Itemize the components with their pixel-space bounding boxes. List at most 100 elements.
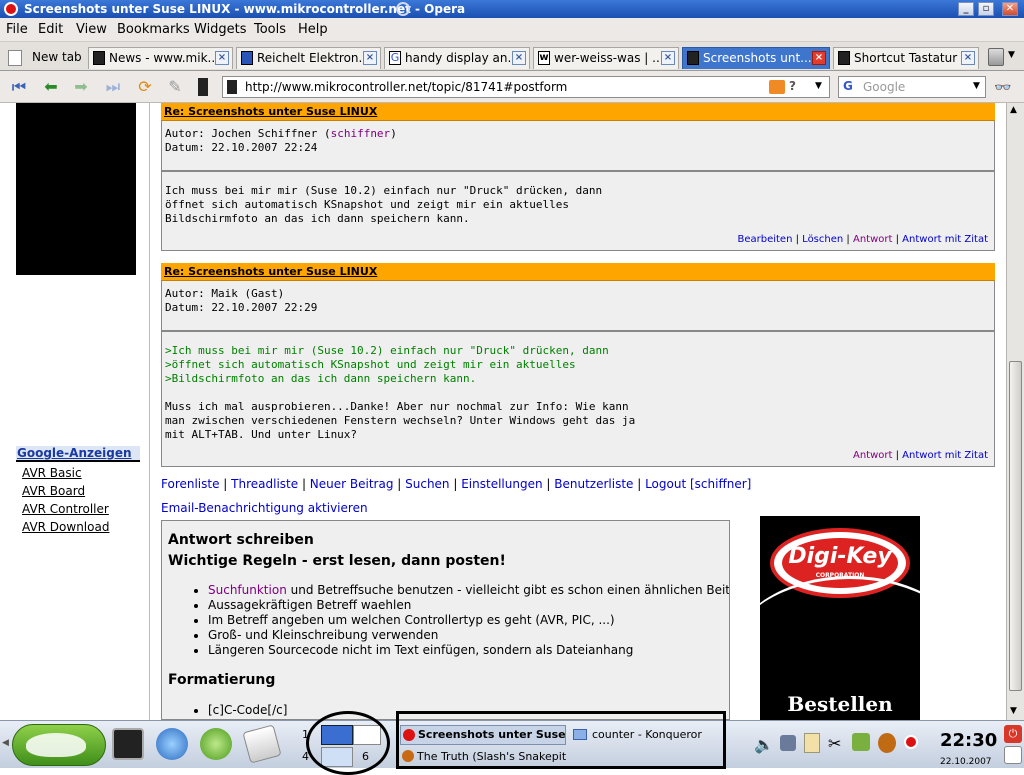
close-tab-icon[interactable]: × [661, 51, 675, 65]
close-tab-icon[interactable]: × [215, 51, 229, 65]
maximize-button[interactable]: ▫ [978, 2, 994, 16]
chameleon-icon [26, 733, 86, 757]
rules-list: Suchfunktion und Betreffsuche benutzen -… [208, 583, 729, 658]
tab-wer-weiss-was[interactable]: w wer-weiss-was | ... × [533, 47, 679, 69]
sidebar-link-avr-controller[interactable]: AVR Controller [22, 502, 109, 516]
lock-screen-icon[interactable] [1004, 746, 1022, 764]
post-actions: Bearbeiten | Löschen | Antwort | Antwort… [737, 234, 988, 245]
google-ads-title[interactable]: Google-Anzeigen [16, 446, 140, 462]
menu-widgets[interactable]: Widgets [194, 22, 247, 37]
tab-reichelt[interactable]: Reichelt Elektron... × [236, 47, 381, 69]
nav-benutzerliste[interactable]: Benutzerliste [554, 477, 633, 491]
menu-help[interactable]: Help [298, 22, 328, 37]
menu-file[interactable]: File [6, 22, 28, 37]
edit-link[interactable]: Bearbeiten [737, 234, 792, 245]
reply-link[interactable]: Antwort [853, 450, 892, 461]
vertical-scrollbar[interactable]: ▲ ▼ [1006, 103, 1024, 720]
fast-forward-icon[interactable]: ⏭ [102, 77, 124, 97]
update-icon[interactable] [852, 733, 870, 751]
www-icon: w [538, 51, 550, 65]
task-opera[interactable]: Screenshots unter Suse Li [400, 725, 566, 745]
scissors-icon[interactable]: ✂ [828, 734, 841, 753]
format-heading: Formatierung [168, 672, 276, 688]
search-function-link[interactable]: Suchfunktion [208, 583, 287, 597]
email-notify-link[interactable]: Email-Benachrichtigung aktivieren [161, 501, 368, 515]
search-box[interactable]: G Google ▼ [838, 76, 986, 98]
amarok-tray-icon[interactable] [878, 733, 896, 753]
taskbar-scroll-left-icon[interactable]: ◀ [2, 738, 9, 748]
logout-icon[interactable]: ⏻ [1004, 725, 1022, 743]
post-body-line: Muss ich mal ausprobieren...Danke! Aber … [165, 400, 629, 413]
sidebar-link-avr-basic[interactable]: AVR Basic [22, 466, 82, 480]
trash-icon[interactable] [988, 48, 1004, 66]
author-link[interactable]: schiffner [331, 127, 391, 140]
reply-link[interactable]: Antwort [853, 234, 892, 245]
post-quote-line: >öffnet sich automatisch KSnapshot und z… [165, 358, 576, 371]
menu-edit[interactable]: Edit [38, 22, 63, 37]
google-icon: G [389, 51, 401, 65]
minimize-button[interactable]: _ [958, 2, 974, 16]
left-sidebar: Google-Anzeigen AVR Basic AVR Board AVR … [0, 103, 150, 720]
tab-shortcut[interactable]: Shortcut Tastatur ... × [833, 47, 979, 69]
close-tab-icon[interactable]: × [961, 51, 975, 65]
forward-icon[interactable]: ➡ [70, 77, 92, 97]
rule-item: Längeren Sourcecode nicht im Text einfüg… [208, 643, 729, 658]
task-amarok[interactable]: The Truth (Slash's Snakepit) - [400, 747, 566, 767]
scrollbar-thumb[interactable] [1009, 361, 1022, 691]
menu-view[interactable]: View [76, 22, 107, 37]
volume-icon[interactable]: 🔈 [754, 735, 774, 754]
glasses-icon[interactable]: 👓 [994, 80, 1011, 96]
opera-tray-icon[interactable] [904, 735, 918, 749]
menu-bar: File Edit View Bookmarks Widgets Tools H… [0, 18, 1024, 42]
menu-tools[interactable]: Tools [254, 22, 286, 37]
post-meta-box: Autor: Maik (Gast) Datum: 22.10.2007 22:… [161, 281, 995, 331]
ad-cta[interactable]: Bestellen [760, 692, 920, 716]
address-bar[interactable]: http://www.mikrocontroller.net/topic/817… [222, 76, 830, 98]
nav-threadliste[interactable]: Threadliste [231, 477, 298, 491]
back-icon[interactable]: ⬅ [40, 77, 62, 97]
post-title[interactable]: Re: Screenshots unter Suse LINUX [161, 263, 995, 281]
sidebar-link-avr-board[interactable]: AVR Board [22, 484, 85, 498]
scroll-down-icon[interactable]: ▼ [1010, 706, 1017, 716]
terminal-icon[interactable] [112, 728, 144, 760]
nav-einstellungen[interactable]: Einstellungen [461, 477, 542, 491]
reply-quote-link[interactable]: Antwort mit Zitat [902, 234, 988, 245]
konqueror-icon[interactable] [156, 728, 188, 760]
rss-icon[interactable] [769, 80, 785, 94]
close-tab-icon[interactable]: × [363, 51, 377, 65]
network-icon[interactable] [780, 735, 796, 751]
new-tab-button[interactable]: New tab [4, 47, 84, 69]
tab-handy[interactable]: G handy display an... × [384, 47, 530, 69]
delete-link[interactable]: Löschen [802, 234, 843, 245]
close-tab-icon[interactable]: × [812, 51, 826, 65]
nav-logout[interactable]: Logout [schiffner] [645, 477, 751, 491]
clock-time[interactable]: 22:30 [940, 730, 997, 751]
digikey-ad[interactable]: Digi-Key CORPORATION Bestellen [760, 516, 920, 720]
nav-neuer-beitrag[interactable]: Neuer Beitrag [310, 477, 394, 491]
title-spiral-icon [396, 2, 410, 16]
yast-tools-icon[interactable] [200, 728, 232, 760]
reply-quote-link[interactable]: Antwort mit Zitat [902, 450, 988, 461]
nav-suchen[interactable]: Suchen [405, 477, 449, 491]
rewind-icon[interactable]: ⏮ [8, 77, 30, 97]
task-konqueror[interactable]: counter - Konqueror [570, 725, 720, 745]
close-button[interactable]: ✕ [1002, 2, 1018, 16]
edit-pen-icon[interactable]: ✎ [164, 77, 186, 97]
close-tab-icon[interactable]: × [512, 51, 526, 65]
sidebar-link-avr-download[interactable]: AVR Download [22, 520, 109, 534]
window-title-bar[interactable]: Screenshots unter Suse LINUX - www.mikro… [0, 0, 1024, 18]
tab-news[interactable]: News - www.mik... × [88, 47, 233, 69]
help-icon[interactable]: ? [789, 79, 796, 93]
menu-bookmarks[interactable]: Bookmarks [117, 22, 190, 37]
calculator-icon[interactable] [242, 724, 282, 764]
post-title[interactable]: Re: Screenshots unter Suse LINUX [161, 103, 995, 121]
trash-dropdown-icon[interactable]: ▼ [1008, 50, 1015, 60]
address-dropdown-icon[interactable]: ▼ [815, 81, 822, 91]
nav-forenliste[interactable]: Forenliste [161, 477, 219, 491]
post-body-box: >Ich muss bei mir mir (Suse 10.2) einfac… [161, 331, 995, 467]
klipper-icon[interactable] [804, 733, 820, 753]
scroll-up-icon[interactable]: ▲ [1010, 105, 1017, 115]
reload-icon[interactable]: ⟳ [134, 77, 156, 97]
tab-screenshots[interactable]: Screenshots unt... × [682, 47, 830, 69]
search-dropdown-icon[interactable]: ▼ [973, 81, 980, 91]
